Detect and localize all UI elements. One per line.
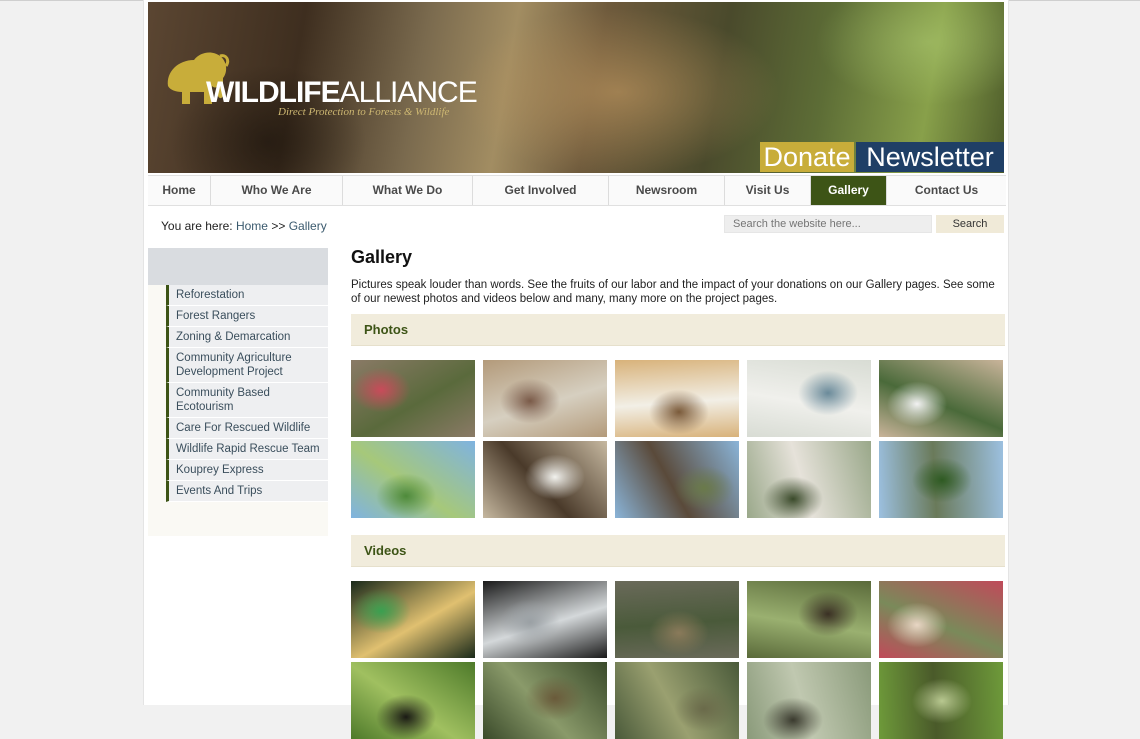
sidebar-item-kouprey-express[interactable]: Kouprey Express <box>166 460 328 481</box>
search-button[interactable]: Search <box>936 215 1004 233</box>
breadcrumb: You are here: Home >> Gallery <box>161 219 327 233</box>
nav-item-home[interactable]: Home <box>148 176 211 205</box>
photo-thumbnail[interactable] <box>483 360 607 437</box>
video-thumbnail[interactable] <box>615 662 739 739</box>
photo-thumbnail[interactable] <box>615 360 739 437</box>
video-thumbnail[interactable] <box>351 662 475 739</box>
photo-thumbnail[interactable] <box>747 360 871 437</box>
site-logo[interactable]: WILDLIFEALLIANCE Direct Protection to Fo… <box>148 2 478 127</box>
photo-grid <box>351 360 1005 518</box>
logo-tagline: Direct Protection to Forests & Wildlife <box>278 106 450 118</box>
sidebar-item-wildlife-rapid-rescue[interactable]: Wildlife Rapid Rescue Team <box>166 439 328 460</box>
video-thumbnail[interactable] <box>747 581 871 658</box>
sidebar-menu: Reforestation Forest Rangers Zoning & De… <box>148 285 328 502</box>
breadcrumb-separator: >> <box>271 219 286 233</box>
nav-item-what-we-do[interactable]: What We Do <box>343 176 473 205</box>
newsletter-button[interactable]: Newsletter <box>856 142 1004 172</box>
main-nav: Home Who We Are What We Do Get Involved … <box>148 175 1006 206</box>
nav-item-who-we-are[interactable]: Who We Are <box>211 176 343 205</box>
photo-thumbnail[interactable] <box>483 441 607 518</box>
photos-section-heading: Photos <box>351 314 1005 346</box>
video-thumbnail[interactable] <box>615 581 739 658</box>
page-title: Gallery <box>351 247 413 267</box>
nav-item-contact-us[interactable]: Contact Us <box>887 176 1006 205</box>
sidebar-item-forest-rangers[interactable]: Forest Rangers <box>166 306 328 327</box>
photo-thumbnail[interactable] <box>879 360 1003 437</box>
sidebar-item-care-rescued-wildlife[interactable]: Care For Rescued Wildlife <box>166 418 328 439</box>
video-thumbnail[interactable] <box>483 581 607 658</box>
photo-thumbnail[interactable] <box>351 360 475 437</box>
breadcrumb-prefix: You are here: <box>161 219 233 233</box>
sidebar: Reforestation Forest Rangers Zoning & De… <box>148 248 328 536</box>
photo-thumbnail[interactable] <box>615 441 739 518</box>
sidebar-header <box>148 248 328 285</box>
logo-wordmark: WILDLIFEALLIANCE <box>206 76 478 109</box>
sidebar-item-reforestation[interactable]: Reforestation <box>166 285 328 306</box>
search-input[interactable] <box>724 215 932 233</box>
video-thumbnail[interactable] <box>483 662 607 739</box>
video-thumbnail[interactable] <box>879 662 1003 739</box>
videos-section-heading: Videos <box>351 535 1005 567</box>
nav-item-newsroom[interactable]: Newsroom <box>609 176 725 205</box>
breadcrumb-home-link[interactable]: Home <box>236 219 268 233</box>
sidebar-item-zoning-demarcation[interactable]: Zoning & Demarcation <box>166 327 328 348</box>
photo-thumbnail[interactable] <box>351 441 475 518</box>
donate-button[interactable]: Donate <box>760 142 854 172</box>
sidebar-item-community-agriculture[interactable]: Community Agriculture Development Projec… <box>166 348 328 383</box>
nav-item-gallery[interactable]: Gallery <box>811 176 887 205</box>
photo-thumbnail[interactable] <box>879 441 1003 518</box>
nav-item-visit-us[interactable]: Visit Us <box>725 176 811 205</box>
main-content: Gallery Pictures speak louder than words… <box>351 244 1005 739</box>
video-thumbnail[interactable] <box>351 581 475 658</box>
page-container: WILDLIFEALLIANCE Direct Protection to Fo… <box>143 0 1009 739</box>
breadcrumb-current[interactable]: Gallery <box>289 219 327 233</box>
header-banner: WILDLIFEALLIANCE Direct Protection to Fo… <box>148 2 1004 173</box>
sidebar-item-community-ecotourism[interactable]: Community Based Ecotourism <box>166 383 328 418</box>
video-grid <box>351 581 1005 739</box>
intro-text: Pictures speak louder than words. See th… <box>351 279 995 305</box>
nav-item-get-involved[interactable]: Get Involved <box>473 176 609 205</box>
video-thumbnail[interactable] <box>879 581 1003 658</box>
sidebar-item-events-trips[interactable]: Events And Trips <box>166 481 328 502</box>
video-thumbnail[interactable] <box>747 662 871 739</box>
photo-thumbnail[interactable] <box>747 441 871 518</box>
